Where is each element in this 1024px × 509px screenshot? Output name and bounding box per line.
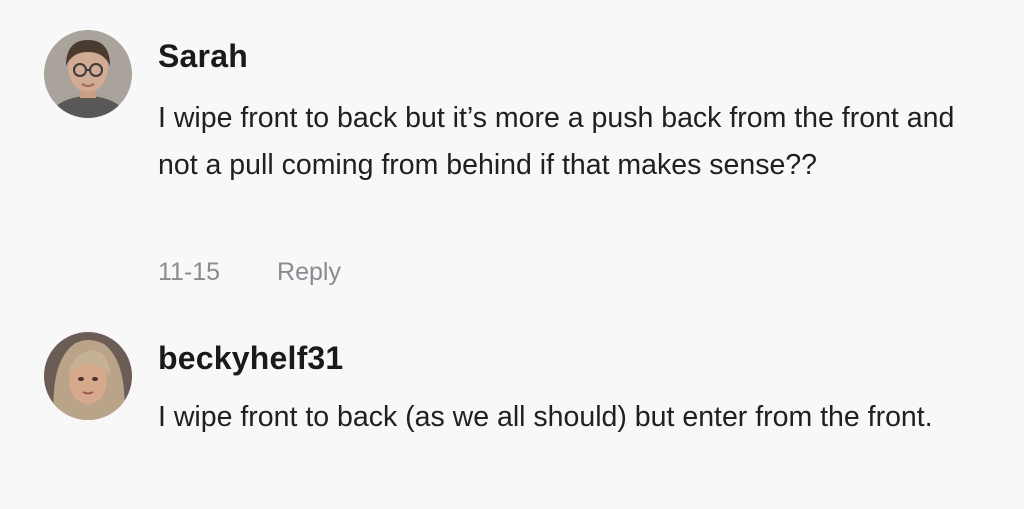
avatar[interactable] (44, 30, 132, 118)
comment-date: 11-15 (158, 258, 221, 286)
avatar[interactable] (44, 332, 132, 420)
reply-button[interactable]: Reply (277, 258, 341, 287)
user-avatar-icon (44, 30, 132, 118)
comment-username[interactable]: beckyhelf31 (158, 340, 343, 377)
comment-username[interactable]: Sarah (158, 38, 248, 75)
comment-text: I wipe front to back (as we all should) … (158, 401, 933, 433)
comment-list: Sarah I wipe front to back but it’s more… (0, 0, 1024, 509)
comment-meta: 11-15 Reply (158, 258, 341, 287)
user-avatar-icon (44, 332, 132, 420)
comment-text: I wipe front to back but it’s more a pus… (158, 102, 955, 181)
